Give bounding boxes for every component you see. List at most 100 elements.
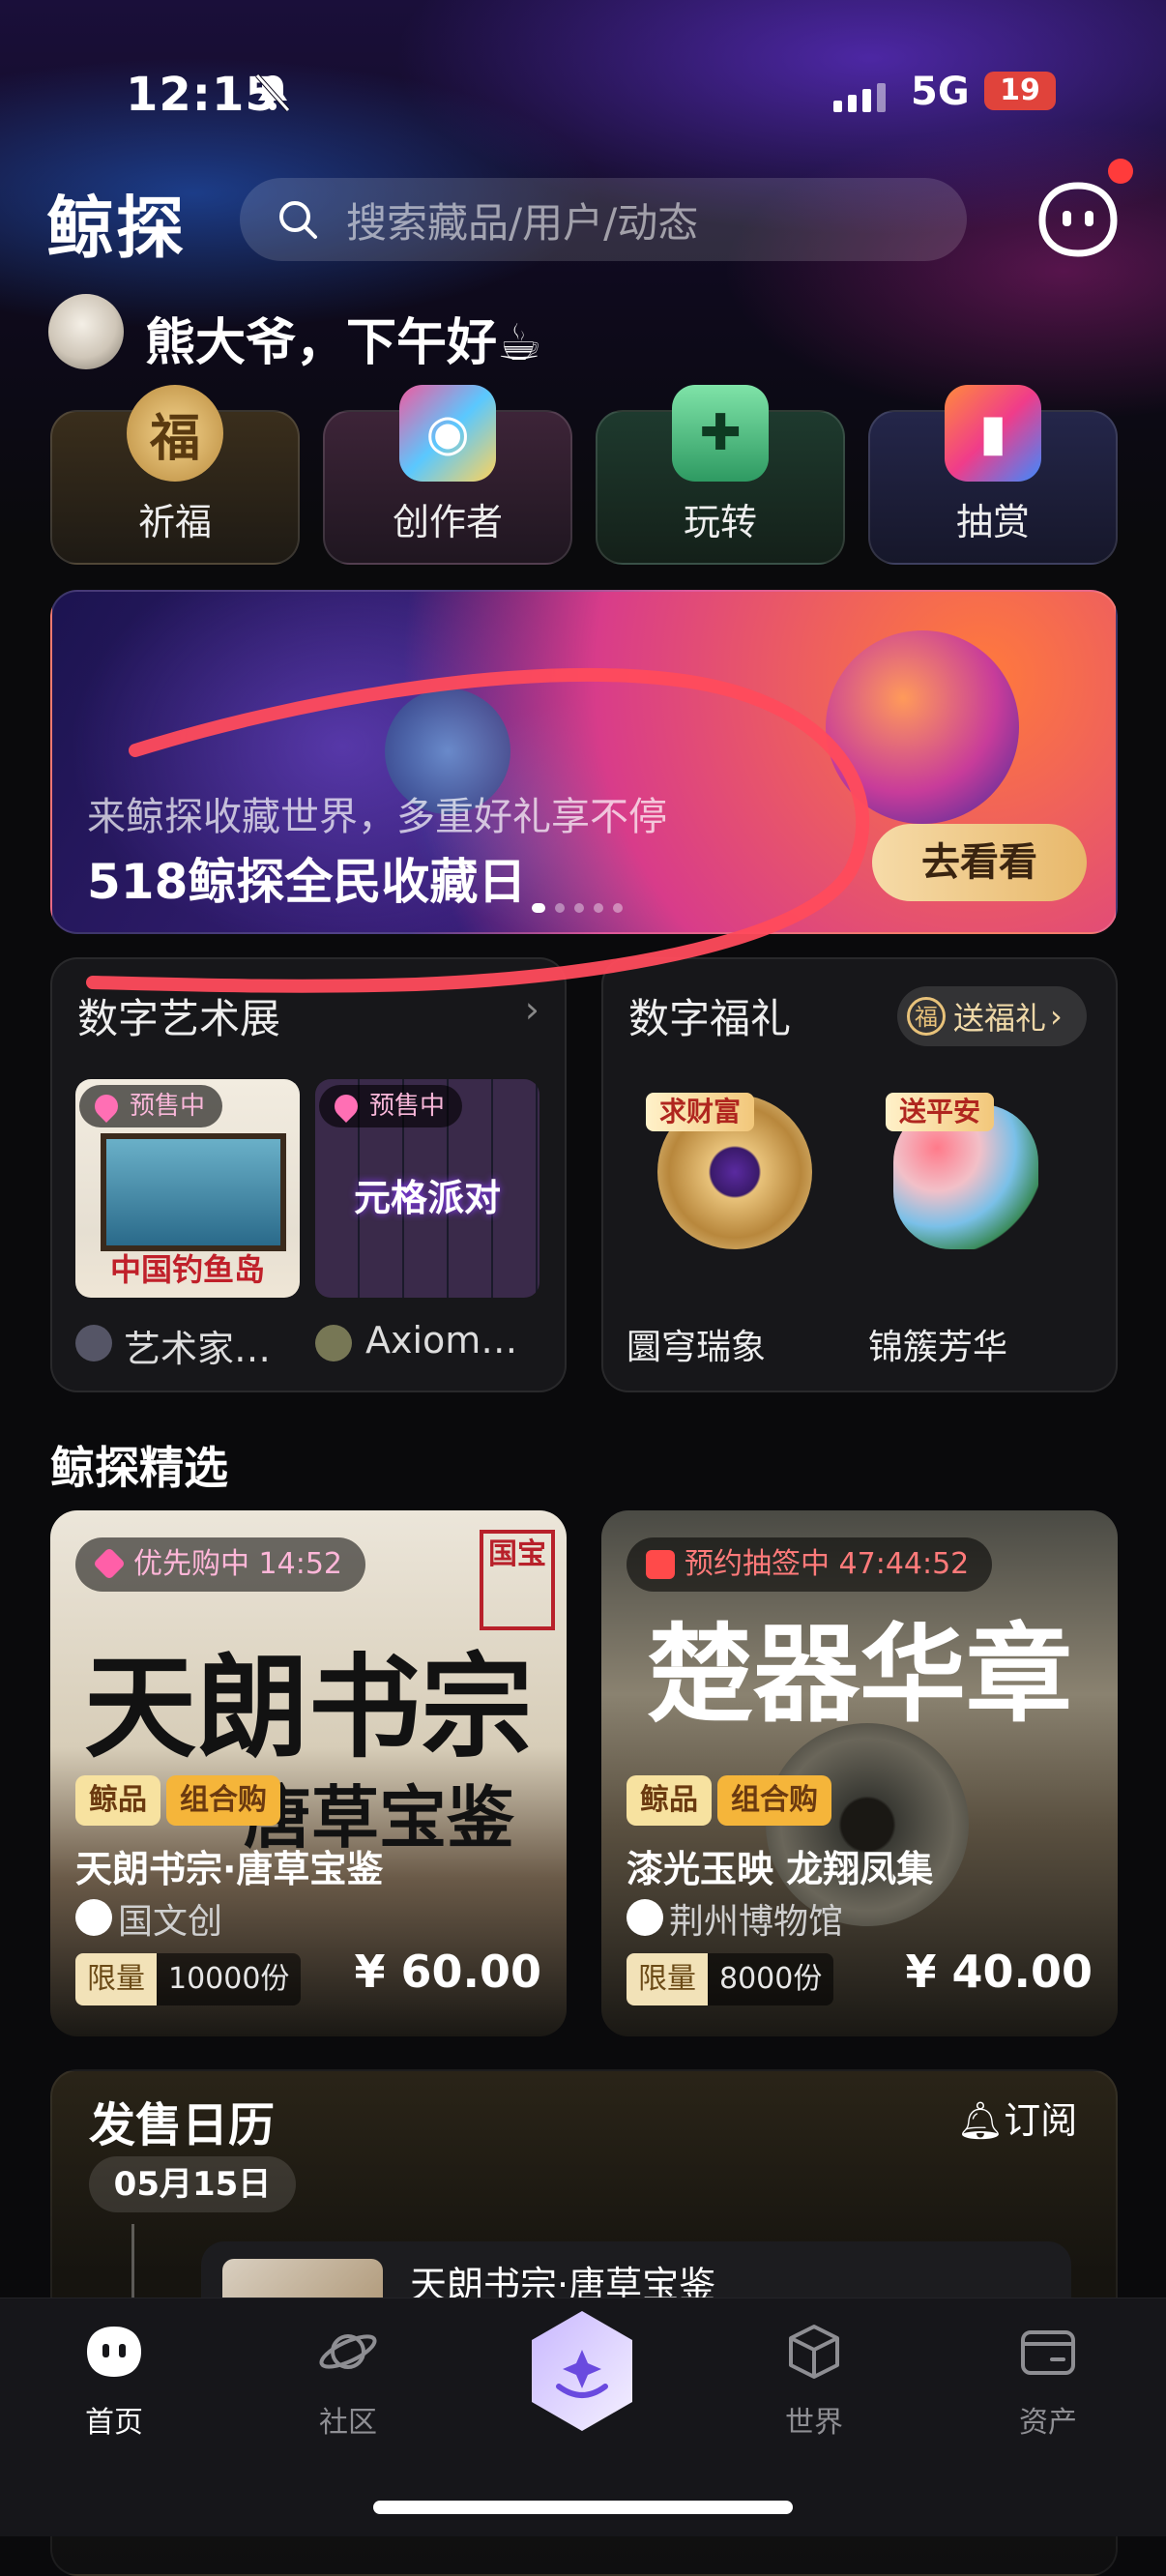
chevron-right-icon: ›	[524, 988, 539, 1031]
creator-name: 艺术家…	[124, 1328, 272, 1370]
status-text: 优先购中 14:52	[133, 1547, 342, 1581]
art-item-1[interactable]: 中国钓鱼岛 预售中	[75, 1079, 300, 1298]
product-price: ¥ 40.00	[905, 1946, 1093, 1998]
gift-name: 圜穹瑞象	[627, 1328, 767, 1367]
planet-decoration	[826, 630, 1019, 824]
presale-badge: 预售中	[79, 1085, 223, 1127]
chevron-right-icon: ›	[1050, 998, 1063, 1035]
publisher-logo	[75, 1899, 112, 1936]
art-title: 天朗书宗	[84, 1642, 533, 1773]
creator-statue-icon: ◉	[399, 385, 496, 482]
gift-tag: 送平安	[886, 1093, 995, 1131]
product-name: 漆光玉映 龙翔凤集	[627, 1848, 934, 1890]
digital-gifts-title: 数字福礼	[628, 995, 792, 1042]
limit-count: 8000份	[708, 1953, 834, 2005]
tab-home[interactable]: 首页	[46, 2319, 182, 2441]
fortune-seal-icon: 福	[127, 385, 223, 482]
limit-label: 限量	[627, 1953, 708, 2005]
planet-icon	[319, 2334, 377, 2369]
national-seal: 国宝	[480, 1530, 555, 1630]
art-title: 楚器华章	[647, 1612, 1072, 1737]
cards-icon: ▮	[945, 385, 1041, 482]
app-logo: 鲸探	[46, 189, 186, 268]
tile-prayer[interactable]: 福 祈福	[50, 385, 300, 565]
status-pill: 预约抽签中 47:44:52	[627, 1537, 993, 1592]
art-text: 中国钓鱼岛	[109, 1251, 265, 1288]
tag-jingpin: 鲸品	[627, 1775, 712, 1826]
tab-label: 资产	[1019, 2406, 1077, 2440]
art-item-2[interactable]: 元格派对 预售中	[315, 1079, 539, 1298]
banner-title: 518鲸探全民收藏日	[87, 854, 527, 910]
publisher-logo	[627, 1899, 663, 1936]
tag-jingpin: 鲸品	[75, 1775, 160, 1826]
tab-community[interactable]: 社区	[280, 2319, 416, 2441]
search-icon	[279, 201, 317, 239]
featured-title: 鲸探精选	[50, 1442, 228, 1494]
tile-label: 抽赏	[955, 501, 1030, 543]
battery-level: 19	[984, 72, 1056, 110]
art-text: 元格派对	[353, 1177, 501, 1219]
send-gift-label: 送福礼	[953, 1000, 1047, 1037]
publisher-name: 荆州博物馆	[669, 1902, 844, 1942]
island-painting	[101, 1133, 286, 1251]
diamond-icon	[93, 1547, 126, 1580]
gift-name: 锦簇芳华	[868, 1328, 1008, 1367]
subscribe-button[interactable]: 🔔︎订阅	[957, 2091, 1077, 2144]
mute-bell-icon	[253, 72, 292, 124]
tab-world[interactable]: 世界	[746, 2319, 882, 2441]
promo-banner[interactable]: 来鲸探收藏世界，多重好礼享不停 518鲸探全民收藏日 去看看	[50, 590, 1118, 934]
user-avatar[interactable]	[48, 294, 124, 369]
tile-lottery[interactable]: ▮ 抽赏	[868, 385, 1118, 565]
banner-subtitle: 来鲸探收藏世界，多重好礼享不停	[87, 795, 667, 839]
home-bot-icon	[87, 2327, 141, 2377]
product-card-2[interactable]: 楚器华章 预约抽签中 47:44:52 鲸品 组合购 漆光玉映 龙翔凤集 荆州博…	[601, 1510, 1118, 2036]
center-create-button[interactable]	[524, 2305, 640, 2441]
tile-creator[interactable]: ◉ 创作者	[323, 385, 572, 565]
fortune-icon: 福	[907, 997, 946, 1036]
tag-combo: 组合购	[717, 1775, 831, 1826]
product-price: ¥ 60.00	[354, 1946, 541, 1998]
status-pill: 优先购中 14:52	[75, 1537, 365, 1592]
limit-badge: 限量 8000份	[627, 1953, 834, 2005]
wallet-icon	[1021, 2330, 1075, 2375]
creator-avatar	[75, 1325, 112, 1361]
search-input[interactable]: 搜索藏品/用户/动态	[240, 178, 967, 261]
message-bot-icon[interactable]	[1036, 182, 1120, 257]
bell-icon: 🔔︎	[957, 2099, 1005, 2142]
limit-badge: 限量 10000份	[75, 1953, 302, 2005]
banner-pagination	[532, 903, 623, 913]
calendar-date[interactable]: 05月15日	[89, 2156, 296, 2212]
publisher-name: 国文创	[118, 1902, 223, 1942]
tile-label: 祈福	[137, 501, 212, 543]
creator-name: Axiom…	[365, 1319, 518, 1361]
tab-assets[interactable]: 资产	[980, 2319, 1116, 2441]
product-card-1[interactable]: 天朗书宗 唐草宝鉴 国宝 优先购中 14:52 鲸品 组合购 天朗书宗·唐草宝鉴…	[50, 1510, 567, 2036]
tile-play[interactable]: ✚ 玩转	[596, 385, 845, 565]
art-exhibit-title: 数字艺术展	[77, 995, 281, 1042]
search-placeholder: 搜索藏品/用户/动态	[346, 198, 699, 247]
tile-label: 玩转	[683, 501, 757, 543]
notification-dot	[1108, 159, 1133, 184]
tab-label: 世界	[785, 2406, 843, 2440]
tab-label: 社区	[319, 2406, 377, 2440]
signal-icon	[833, 77, 891, 112]
tab-label: 首页	[85, 2406, 143, 2440]
game-frog-icon: ✚	[672, 385, 769, 482]
lottery-icon	[646, 1550, 675, 1579]
tile-label: 创作者	[392, 501, 503, 543]
subscribe-label: 订阅	[1004, 2099, 1078, 2142]
gift-tag: 求财富	[646, 1093, 755, 1131]
calendar-title: 发售日历	[89, 2098, 276, 2152]
status-text: 预约抽签中 47:44:52	[685, 1547, 970, 1581]
network-type: 5G	[911, 70, 970, 114]
tag-combo: 组合购	[166, 1775, 280, 1826]
cube-icon	[789, 2325, 839, 2379]
product-name: 天朗书宗·唐草宝鉴	[75, 1848, 384, 1890]
send-gift-button[interactable]: 福 送福礼 ›	[897, 986, 1087, 1046]
limit-count: 10000份	[157, 1953, 302, 2005]
art-exhibit-card[interactable]: 数字艺术展 › 中国钓鱼岛 预售中 元格派对 预售中 艺术家… Axiom…	[50, 957, 567, 1392]
banner-go-button[interactable]: 去看看	[872, 824, 1087, 901]
home-indicator	[373, 2501, 793, 2514]
creator-avatar	[315, 1325, 352, 1361]
presale-badge: 预售中	[319, 1085, 463, 1127]
